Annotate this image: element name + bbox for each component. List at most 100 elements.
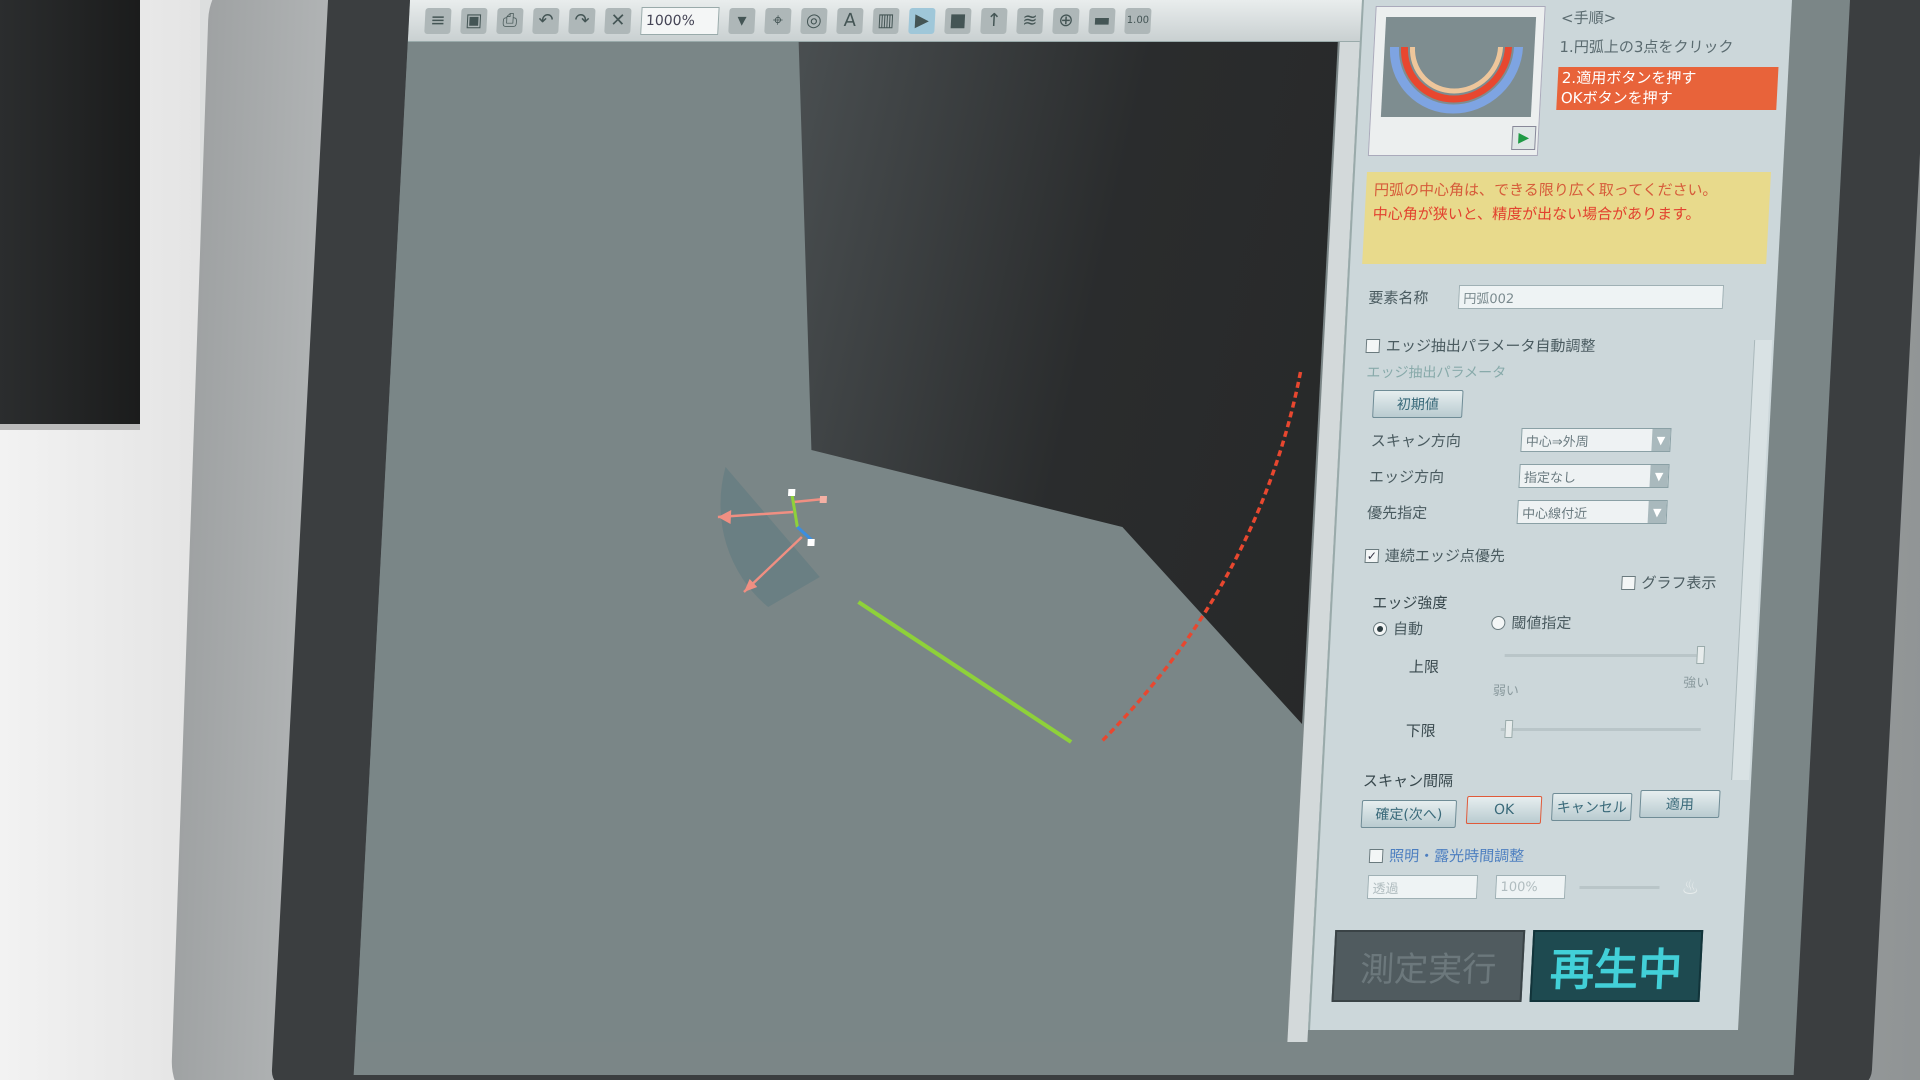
edge-direction-select[interactable]: 指定なし ▼: [1518, 464, 1670, 488]
step-1: 1.円弧上の3点をクリック: [1559, 37, 1734, 56]
undo-icon[interactable]: ↶: [532, 7, 560, 34]
edge-params-section: エッジ抽出パラメータ: [1366, 365, 1507, 381]
illumination-slider[interactable]: [1579, 885, 1660, 889]
run-measurement-button[interactable]: 測定実行: [1331, 930, 1526, 1002]
illumination-percent-value: 100%: [1500, 879, 1539, 895]
point-handle-3[interactable]: [807, 539, 815, 546]
zoom-value: 1000%: [645, 12, 696, 29]
illumination-percent-field[interactable]: 100%: [1494, 875, 1567, 899]
ok-label: OK: [1493, 802, 1515, 818]
auto-adjust-checkbox[interactable]: [1365, 338, 1381, 353]
panel-scrollbar[interactable]: [1731, 340, 1773, 780]
scan-arrow-right: [793, 497, 824, 504]
waveform-icon[interactable]: ≋: [1016, 7, 1044, 34]
scale-value: 1.00: [1126, 15, 1150, 26]
apply-label: 適用: [1665, 797, 1695, 813]
priority-value: 中心線付近: [1521, 506, 1588, 522]
lower-limit-label: 下限: [1405, 722, 1437, 740]
save-icon[interactable]: ▣: [460, 7, 488, 34]
illumination-settings-row: 透過 100% ♨: [1366, 875, 1700, 899]
chevron-down-icon: ▼: [1647, 501, 1667, 523]
ok-button[interactable]: OK: [1465, 796, 1543, 824]
note-line-1: 円弧の中心角は、できる限り広く取ってください。: [1373, 181, 1719, 199]
priority-label: 優先指定: [1366, 503, 1428, 522]
illumination-mode-select[interactable]: 透過: [1366, 875, 1479, 899]
chevron-down-icon: ▼: [1649, 465, 1669, 487]
chevron-down-icon[interactable]: ▾: [728, 7, 756, 34]
weak-label: 弱い: [1492, 684, 1520, 699]
lightbulb-icon[interactable]: ♨: [1681, 875, 1700, 899]
stop-icon[interactable]: ■: [944, 7, 972, 34]
cancel-button[interactable]: キャンセル: [1550, 793, 1633, 821]
detected-edge-line: [857, 600, 1073, 744]
element-name-value: 円弧002: [1462, 291, 1515, 307]
delete-icon[interactable]: ✕: [604, 7, 632, 34]
point-handle-2[interactable]: [819, 496, 828, 503]
auto-radio[interactable]: [1372, 621, 1388, 636]
graph-display-label: グラフ表示: [1640, 574, 1717, 592]
target-icon[interactable]: ◎: [800, 7, 828, 34]
threshold-label: 閾値指定: [1510, 614, 1572, 632]
redo-icon[interactable]: ↷: [568, 7, 596, 34]
element-name-row: 要素名称 円弧002: [1367, 285, 1725, 309]
step-2-active: 2.適用ボタンを押す OKボタンを押す: [1556, 67, 1779, 110]
illumination-label: 照明・露光時間調整: [1388, 847, 1525, 865]
priority-select[interactable]: 中心線付近 ▼: [1516, 500, 1668, 524]
illumination-checkbox[interactable]: [1368, 848, 1384, 863]
warning-note: 円弧の中心角は、できる限り広く取ってください。 中心角が狭いと、精度が出ない場合…: [1362, 172, 1771, 264]
edge-direction-label: エッジ方向: [1368, 467, 1445, 486]
initial-value-button[interactable]: 初期値: [1372, 390, 1464, 418]
image-viewport[interactable]: [355, 42, 1338, 1042]
zoom-dropdown[interactable]: 1000%: [640, 6, 720, 35]
pointer-icon[interactable]: ↑: [980, 7, 1008, 34]
graph-display-checkbox[interactable]: [1621, 575, 1636, 590]
illumination-row[interactable]: 照明・露光時間調整: [1368, 845, 1525, 866]
chevron-down-icon: ▼: [1651, 429, 1671, 451]
element-name-field[interactable]: 円弧002: [1457, 285, 1725, 309]
scan-direction-value: 中心⇒外周: [1525, 434, 1590, 450]
step-2-line-2: OKボタンを押す: [1560, 88, 1674, 107]
measurement-overlay: [717, 371, 1303, 744]
print-icon[interactable]: ⎙: [496, 7, 524, 34]
menu-icon[interactable]: ≡: [424, 7, 452, 34]
lower-slider-thumb[interactable]: [1504, 720, 1514, 738]
steps-title: <手順>: [1560, 9, 1617, 27]
graph-display-row[interactable]: グラフ表示: [1621, 572, 1717, 593]
element-name-label: 要素名称: [1367, 288, 1429, 307]
scan-direction-select[interactable]: 中心⇒外周 ▼: [1520, 428, 1672, 452]
monitor-screen: ≡ ▣ ⎙ ↶ ↷ ✕ 1000% ▾ ⌖ ◎ A ▥ ▶ ■ ↑ ≋ ⊕ ▬ …: [353, 0, 1851, 1075]
continuous-edge-checkbox[interactable]: ✓: [1364, 548, 1380, 563]
confirm-next-label: 確定(次へ): [1374, 807, 1443, 823]
play-button[interactable]: ▶: [1511, 126, 1537, 150]
strong-label: 強い: [1682, 676, 1710, 691]
continuous-edge-label: 連続エッジ点優先: [1384, 547, 1506, 565]
crosshair-icon[interactable]: ⊕: [1052, 7, 1080, 34]
auto-adjust-row[interactable]: エッジ抽出パラメータ自動調整: [1365, 335, 1596, 356]
toolbar: ≡ ▣ ⎙ ↶ ↷ ✕ 1000% ▾ ⌖ ◎ A ▥ ▶ ■ ↑ ≋ ⊕ ▬ …: [407, 0, 1371, 42]
play-icon[interactable]: ▶: [908, 7, 936, 34]
color-bar-icon[interactable]: ▥: [872, 7, 900, 34]
replay-status: 再生中: [1529, 930, 1704, 1002]
text-tool-icon[interactable]: A: [836, 7, 864, 34]
procedure-steps: <手順> 1.円弧上の3点をクリック 2.適用ボタンを押す OKボタンを押す: [1556, 4, 1782, 110]
scale-icon[interactable]: 1.00: [1124, 7, 1152, 34]
scan-interval-label: スキャン間隔: [1362, 772, 1454, 790]
illumination-mode-value: 透過: [1372, 881, 1399, 897]
auto-radio-row[interactable]: 自動: [1372, 618, 1424, 639]
upper-slider-thumb[interactable]: [1696, 646, 1706, 664]
apply-button[interactable]: 適用: [1639, 790, 1721, 818]
priority-row: 優先指定 中心線付近 ▼: [1367, 500, 1668, 524]
continuous-edge-row[interactable]: ✓ 連続エッジ点優先: [1364, 545, 1505, 566]
upper-limit-slider[interactable]: [1504, 646, 1706, 664]
lower-limit-slider[interactable]: [1500, 720, 1701, 738]
edge-direction-value: 指定なし: [1523, 470, 1577, 486]
measure-icon[interactable]: ⌖: [764, 7, 792, 34]
point-handle-1[interactable]: [788, 489, 796, 496]
confirm-next-button[interactable]: 確定(次へ): [1360, 800, 1458, 828]
arc-settings-panel: ▶ <手順> 1.円弧上の3点をクリック 2.適用ボタンを押す OKボタンを押す…: [1308, 0, 1792, 1030]
edge-direction-row: エッジ方向 指定なし ▼: [1368, 464, 1670, 488]
initial-value-label: 初期値: [1396, 397, 1440, 413]
threshold-radio-row[interactable]: 閾値指定: [1491, 612, 1572, 633]
layer-icon[interactable]: ▬: [1088, 7, 1116, 34]
threshold-radio[interactable]: [1491, 615, 1506, 630]
